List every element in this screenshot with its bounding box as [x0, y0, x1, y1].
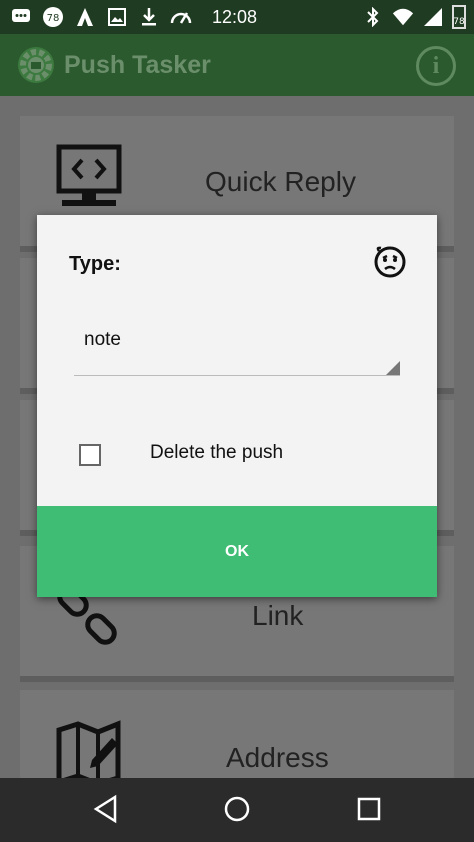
emoji-icon[interactable]	[373, 245, 407, 279]
status-time: 12:08	[212, 7, 258, 27]
download-icon	[138, 6, 160, 28]
status-bar: 78 12:08 78	[0, 0, 474, 34]
chat-icon	[10, 6, 32, 28]
type-dialog: Type: note Delete the push OK	[37, 215, 437, 597]
list-item-label: Quick Reply	[205, 166, 356, 197]
image-icon	[106, 6, 128, 28]
dialog-title: Type:	[69, 253, 121, 275]
checkbox-label: Delete the push	[150, 442, 284, 463]
speed-icon	[170, 6, 192, 28]
app-bar: Push Tasker i	[0, 34, 474, 96]
list-item-label: Address	[226, 742, 329, 773]
info-button[interactable]: i	[416, 46, 456, 86]
badge-icon: 78	[42, 6, 64, 28]
bluetooth-icon	[362, 6, 384, 28]
list-item-label: Link	[252, 600, 304, 631]
battery-icon: 78	[452, 5, 466, 29]
battery-level: 78	[453, 17, 465, 27]
info-icon: i	[432, 52, 440, 79]
app-icon	[74, 6, 96, 28]
map-edit-icon	[56, 720, 121, 786]
gear-logo-icon	[18, 47, 54, 83]
delete-push-checkbox[interactable]	[79, 444, 101, 466]
notification-badge-text: 78	[47, 13, 60, 24]
recents-icon[interactable]	[354, 794, 384, 824]
navigation-bar	[0, 778, 474, 842]
ok-button[interactable]: OK	[37, 506, 437, 597]
spinner-value: note	[84, 329, 121, 350]
signal-icon	[422, 6, 444, 28]
wifi-icon	[392, 6, 414, 28]
home-icon[interactable]	[222, 794, 252, 824]
app-title: Push Tasker	[64, 50, 211, 79]
dropdown-arrow-icon	[386, 361, 400, 375]
type-spinner[interactable]: note	[74, 315, 400, 376]
ok-label: OK	[225, 542, 249, 560]
code-monitor-icon	[56, 144, 122, 206]
back-icon[interactable]	[91, 794, 121, 824]
